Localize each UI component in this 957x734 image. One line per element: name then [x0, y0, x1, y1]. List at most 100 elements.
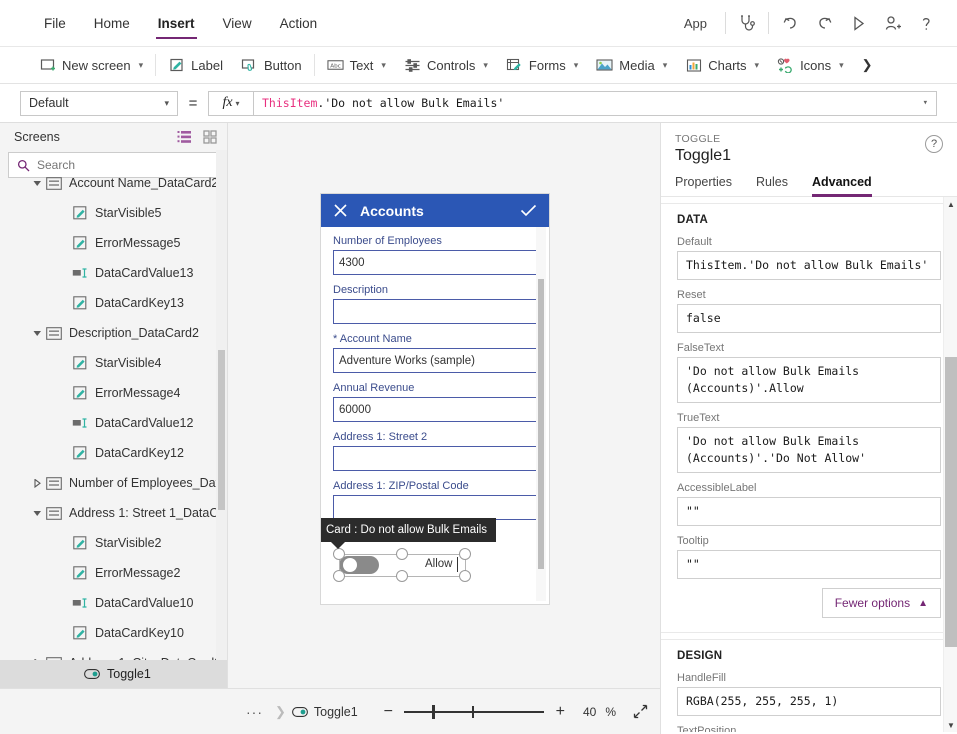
zoom-slider[interactable]	[404, 704, 545, 720]
tree-item[interactable]: ErrorMessage2	[0, 558, 227, 588]
tree-item[interactable]: DataCardKey12	[0, 438, 227, 468]
form-field-input[interactable]: 4300	[333, 250, 537, 275]
formula-expand-icon[interactable]: ▾	[915, 98, 928, 108]
menu-item-file[interactable]: File	[30, 10, 80, 37]
canvas-scroll-thumb[interactable]	[538, 279, 544, 569]
zoom-out-button[interactable]: −	[381, 703, 395, 721]
formula-bar: Default ▾ = fx ▾ ThisItem .'Do not allow …	[0, 84, 957, 123]
tab-rules[interactable]: Rules	[756, 175, 788, 196]
property-value-input[interactable]: ""	[677, 550, 941, 579]
property-value-input[interactable]: 'Do not allow Bulk Emails (Accounts)'.'D…	[677, 427, 941, 473]
resize-handle-ne[interactable]	[459, 548, 471, 560]
twisty-expanded-icon[interactable]	[30, 509, 44, 518]
expand-icon[interactable]	[625, 704, 648, 719]
ribbon-overflow-button[interactable]: ❯	[853, 51, 882, 79]
tab-advanced[interactable]: Advanced	[811, 175, 872, 197]
resize-handle-se[interactable]	[459, 570, 471, 582]
ribbon-new-screen[interactable]: New screen ▾	[30, 51, 152, 79]
twisty-collapsed-icon[interactable]	[30, 478, 44, 488]
toggle-knob[interactable]	[343, 558, 357, 572]
tree-item[interactable]: Address 1: Street 1_DataCar	[0, 498, 227, 528]
canvas-scrollbar[interactable]	[536, 227, 546, 601]
property-key: Default	[677, 236, 712, 248]
toggle-control[interactable]	[339, 556, 379, 574]
grid-view-icon[interactable]	[203, 129, 217, 144]
property-value-input[interactable]: RGBA(255, 255, 255, 1)	[677, 687, 941, 716]
property-value-input[interactable]: ThisItem.'Do not allow Bulk Emails'	[677, 251, 941, 280]
property-value-input[interactable]: false	[677, 304, 941, 333]
form-field-input[interactable]	[333, 299, 537, 324]
property-value-input[interactable]: 'Do not allow Bulk Emails (Accounts)'.Al…	[677, 357, 941, 403]
ribbon-label-control[interactable]: Label	[159, 51, 232, 79]
scroll-up-icon[interactable]: ▲	[944, 197, 957, 211]
tree-item[interactable]: DataCardValue13	[0, 258, 227, 288]
ribbon-controls[interactable]: Controls ▾	[395, 51, 497, 79]
tab-properties[interactable]: Properties	[675, 175, 732, 196]
tree-item[interactable]: ErrorMessage4	[0, 378, 227, 408]
canvas-area[interactable]: Accounts Number of Employees 4300 Descript…	[228, 123, 660, 688]
form-field-input[interactable]: 60000	[333, 397, 537, 422]
menu-item-view[interactable]: View	[209, 10, 266, 37]
sidebar-scrollbar[interactable]	[216, 150, 227, 688]
tree-item[interactable]: Account Name_DataCard2	[0, 168, 227, 198]
toggle-state-text: Allow	[425, 558, 453, 570]
fewer-options-button[interactable]: Fewer options ▲	[821, 588, 941, 618]
sidebar-scroll-thumb[interactable]	[218, 350, 225, 510]
twisty-expanded-icon[interactable]	[30, 329, 44, 338]
tree-item[interactable]: StarVisible2	[0, 528, 227, 558]
tree-item[interactable]: DataCardValue12	[0, 408, 227, 438]
close-icon[interactable]	[333, 203, 348, 218]
ribbon-button-control[interactable]: Button	[232, 51, 311, 79]
stethoscope-icon[interactable]	[730, 6, 764, 40]
tree-item[interactable]: Description_DataCard2	[0, 318, 227, 348]
zoom-slider-handle[interactable]	[432, 704, 436, 719]
app-screen-preview[interactable]: Accounts Number of Employees 4300 Descript…	[321, 194, 549, 604]
form-field-input[interactable]: Adventure Works (sample)	[333, 348, 537, 373]
ribbon-media[interactable]: Media ▾	[587, 51, 676, 79]
tree-item[interactable]: ErrorMessage5	[0, 228, 227, 258]
tree-view-icon[interactable]	[177, 130, 193, 144]
menu-item-action[interactable]: Action	[266, 10, 332, 37]
breadcrumb-separator: ❯	[275, 703, 286, 719]
panel-scroll-thumb[interactable]	[945, 357, 957, 647]
property-key: HandleFill	[677, 672, 726, 684]
fx-button[interactable]: fx ▾	[208, 90, 254, 116]
ribbon-forms[interactable]: Forms ▾	[497, 51, 587, 79]
menu-item-home[interactable]: Home	[80, 10, 144, 37]
sidebar-item-toggle1[interactable]: Toggle1	[0, 660, 227, 688]
resize-handle-s[interactable]	[396, 570, 408, 582]
label-control-icon	[70, 565, 90, 581]
ribbon-icons[interactable]: Icons ▾	[768, 51, 853, 79]
property-value-input[interactable]: ""	[677, 497, 941, 526]
menu-item-insert[interactable]: Insert	[144, 10, 209, 39]
property-selector[interactable]: Default ▾	[20, 90, 178, 116]
breadcrumb-overflow-button[interactable]: ···	[240, 704, 269, 720]
resize-handle-sw[interactable]	[333, 570, 345, 582]
tree-item[interactable]: StarVisible5	[0, 198, 227, 228]
panel-scrollbar[interactable]: ▲ ▼	[943, 197, 957, 732]
tree-item[interactable]: DataCardValue10	[0, 588, 227, 618]
help-icon[interactable]	[909, 6, 943, 40]
check-icon[interactable]	[520, 203, 537, 218]
redo-icon[interactable]	[807, 6, 841, 40]
resize-handle-n[interactable]	[396, 548, 408, 560]
zoom-in-button[interactable]: +	[553, 703, 567, 721]
tree-item[interactable]: StarVisible4	[0, 348, 227, 378]
tree-item[interactable]: Number of Employees_Data	[0, 468, 227, 498]
breadcrumb-item-toggle1[interactable]: Toggle1	[291, 705, 358, 719]
app-label[interactable]: App	[670, 16, 721, 31]
tree-item[interactable]: DataCardKey10	[0, 618, 227, 648]
twisty-expanded-icon[interactable]	[30, 179, 44, 188]
tree-item[interactable]: DataCardKey13	[0, 288, 227, 318]
help-circle-icon[interactable]: ?	[925, 135, 943, 153]
scroll-down-icon[interactable]: ▼	[944, 718, 957, 732]
form-field-input[interactable]	[333, 446, 537, 471]
form-field-input[interactable]	[333, 495, 537, 520]
ribbon-charts[interactable]: Charts ▾	[676, 51, 768, 79]
play-icon[interactable]	[841, 6, 875, 40]
resize-handle-nw[interactable]	[333, 548, 345, 560]
ribbon-text[interactable]: Abc Text ▾	[318, 51, 395, 79]
undo-icon[interactable]	[773, 6, 807, 40]
formula-input[interactable]: ThisItem .'Do not allow Bulk Emails' ▾	[254, 90, 937, 116]
share-user-icon[interactable]	[875, 6, 909, 40]
